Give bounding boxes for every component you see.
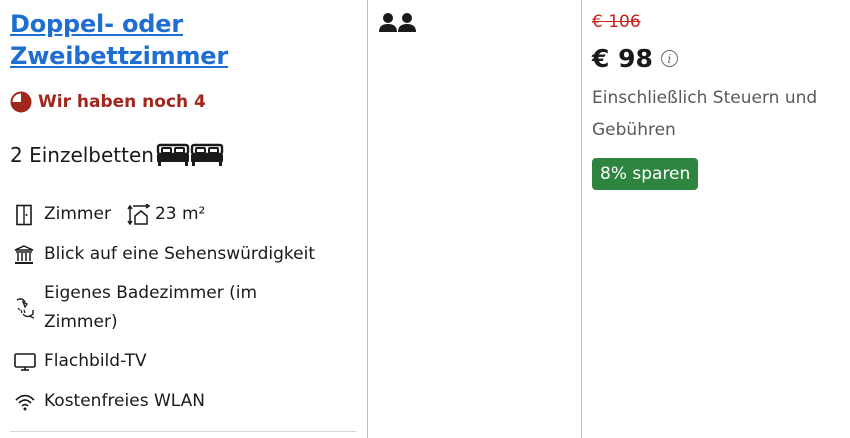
bed-configuration: 2 Einzelbetten xyxy=(10,143,224,167)
current-price-row: € 98 i xyxy=(592,44,678,73)
column-separator-price xyxy=(581,0,582,438)
current-price: € 98 xyxy=(592,44,653,73)
room-label: Zimmer xyxy=(44,204,111,224)
two-persons-icon xyxy=(379,13,416,32)
single-bed-icon xyxy=(190,143,224,166)
discount-badge: 8% sparen xyxy=(592,158,699,190)
landmark-icon xyxy=(14,240,38,269)
room-title-link[interactable]: Doppel- oder Zweibettzimmer xyxy=(10,8,350,72)
info-icon[interactable]: i xyxy=(660,50,678,67)
scarcity-text: Wir haben noch 4 xyxy=(38,92,206,112)
beds-label: 2 Einzelbetten xyxy=(10,143,154,167)
occupancy-cell xyxy=(378,12,418,38)
facility-item-wifi: Kostenfreies WLAN xyxy=(14,387,205,416)
door-icon xyxy=(14,200,38,229)
facility-label: Eigenes Badezimmer (im Zimmer) xyxy=(44,283,258,332)
tv-icon xyxy=(14,347,38,376)
room-size-facility: Zimmer 23 m² xyxy=(14,200,205,229)
pie-clock-icon xyxy=(10,91,32,113)
shower-icon xyxy=(14,279,38,337)
scarcity-message: Wir haben noch 4 xyxy=(10,91,206,113)
column-separator-occupancy xyxy=(367,0,368,438)
wifi-icon xyxy=(14,387,38,416)
facility-item-bathroom: Eigenes Badezimmer (im Zimmer) xyxy=(14,279,324,337)
single-bed-icon xyxy=(156,143,190,166)
room-size-icon xyxy=(127,200,151,229)
row-divider xyxy=(10,431,356,432)
taxes-note: Einschließlich Steuern und Gebühren xyxy=(592,88,818,140)
room-size-value: 23 m² xyxy=(154,204,206,224)
original-price: € 106 xyxy=(592,12,641,32)
facility-item-tv: Flachbild-TV xyxy=(14,347,147,376)
facility-label: Flachbild-TV xyxy=(44,351,147,371)
facility-item-view: Blick auf eine Sehenswürdigkeit xyxy=(14,240,315,269)
facility-label: Kostenfreies WLAN xyxy=(44,391,205,411)
facility-label: Blick auf eine Sehenswürdigkeit xyxy=(44,244,315,264)
